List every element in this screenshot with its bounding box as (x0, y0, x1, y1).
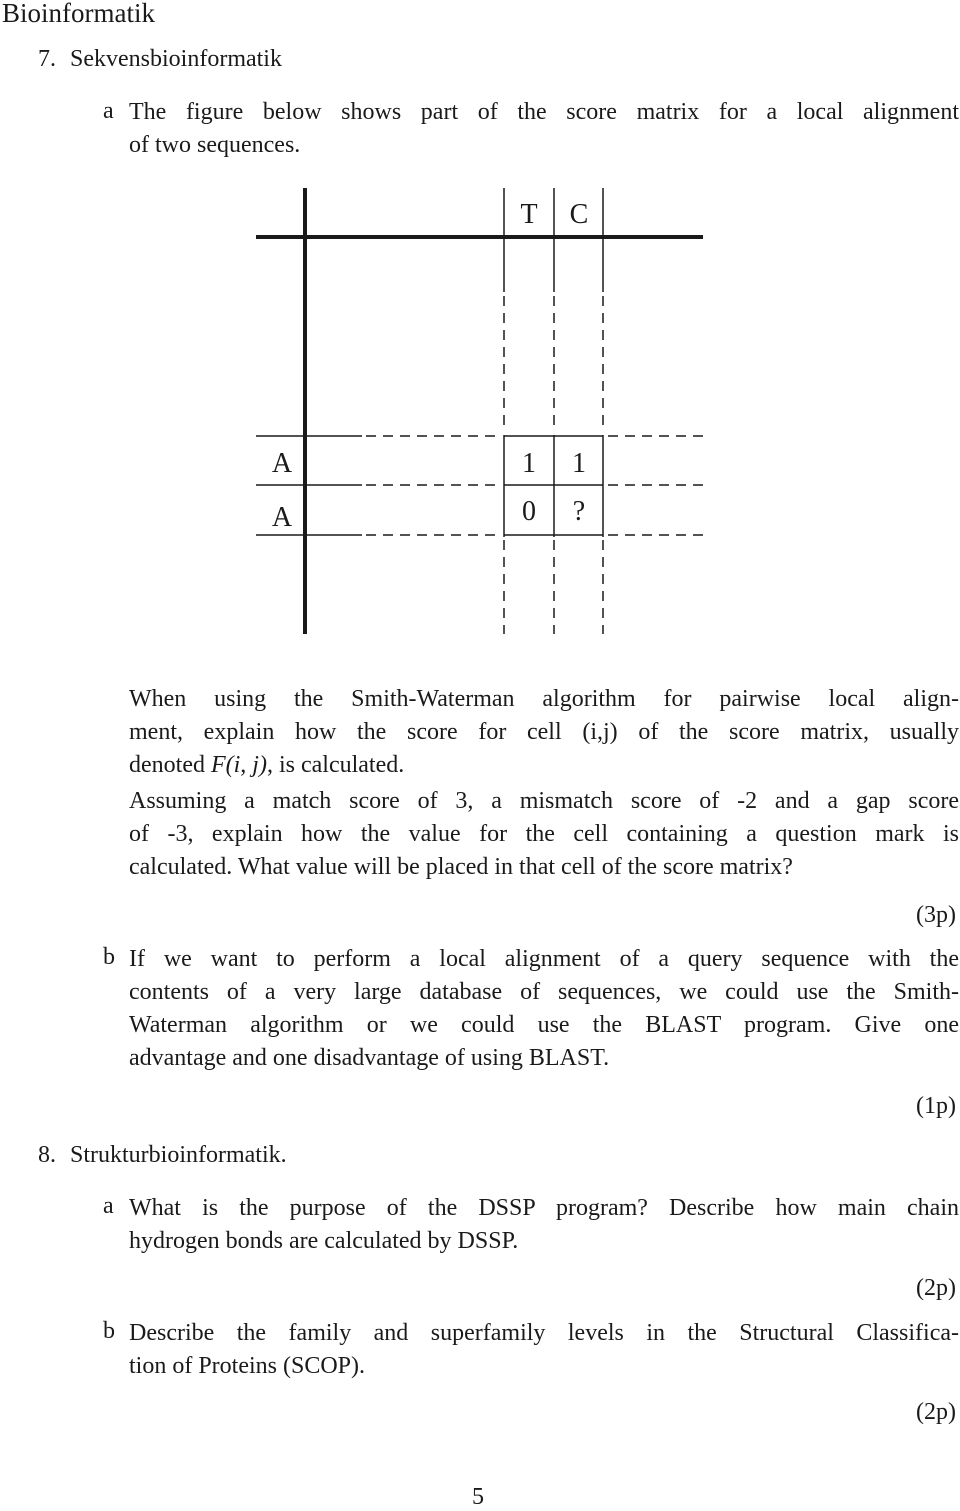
score-matrix-figure: T C A A 1 1 0 ? (256, 188, 703, 634)
text-line: What is the purpose of the DSSP program?… (129, 1195, 959, 1221)
question-7b: If we want to perform a local alignment … (129, 943, 959, 1075)
text-line: of -3, explain how the value for the cel… (129, 821, 959, 847)
text-line: Describe the family and superfamily leve… (129, 1320, 959, 1346)
text-line: Assuming a match score of 3, a mismatch … (129, 788, 959, 814)
points-8b: (2p) (916, 1399, 956, 1425)
math-expression: F(i, j) (210, 752, 267, 778)
question-8b: Describe the family and superfamily leve… (129, 1317, 959, 1383)
text-line: denoted F(i, j), is calculated. (129, 749, 959, 782)
section-number: 8. (38, 1142, 56, 1168)
text-line: If we want to perform a local alignment … (129, 946, 959, 972)
question-7a-para1: When using the Smith-Waterman algorithm … (129, 683, 959, 782)
item-label-8b: b (103, 1318, 115, 1344)
text-line: ment, explain how the score for cell (i,… (129, 719, 959, 745)
row-header-a2: A (272, 502, 293, 533)
points-8a: (2p) (916, 1275, 956, 1301)
text-line: tion of Proteins (SCOP). (129, 1353, 366, 1379)
item-label-8a: a (103, 1193, 114, 1219)
page-number: 5 (472, 1484, 484, 1510)
text-line: advantage and one disadvantage of using … (129, 1045, 610, 1071)
section-title: Strukturbioinformatik. (70, 1142, 287, 1168)
matrix-cell: 0 (522, 496, 536, 527)
matrix-cell: 1 (572, 448, 586, 479)
question-8a: What is the purpose of the DSSP program?… (129, 1192, 959, 1258)
text-line: calculated. What value will be placed in… (129, 854, 793, 880)
section-heading-8: 8. Strukturbioinformatik. (38, 1142, 287, 1169)
row-header-a1: A (272, 448, 293, 479)
text-line: hydrogen bonds are calculated by DSSP. (129, 1228, 519, 1254)
item-label-7b: b (103, 944, 115, 970)
question-7a-para2: Assuming a match score of 3, a mismatch … (129, 785, 959, 884)
column-header-c: C (570, 199, 589, 230)
column-header-t: T (520, 199, 537, 230)
text-fragment: , is calculated. (266, 752, 405, 778)
text-line: Waterman algorithm or we could use the B… (129, 1012, 959, 1038)
matrix-cell-unknown: ? (573, 496, 585, 527)
text-line: When using the Smith-Waterman algorithm … (129, 686, 959, 712)
matrix-cell: 1 (522, 448, 536, 479)
text-fragment: denoted (129, 752, 211, 778)
text-line: contents of a very large database of seq… (129, 979, 959, 1005)
points-7b: (1p) (916, 1093, 956, 1119)
points-7a: (3p) (916, 902, 956, 928)
